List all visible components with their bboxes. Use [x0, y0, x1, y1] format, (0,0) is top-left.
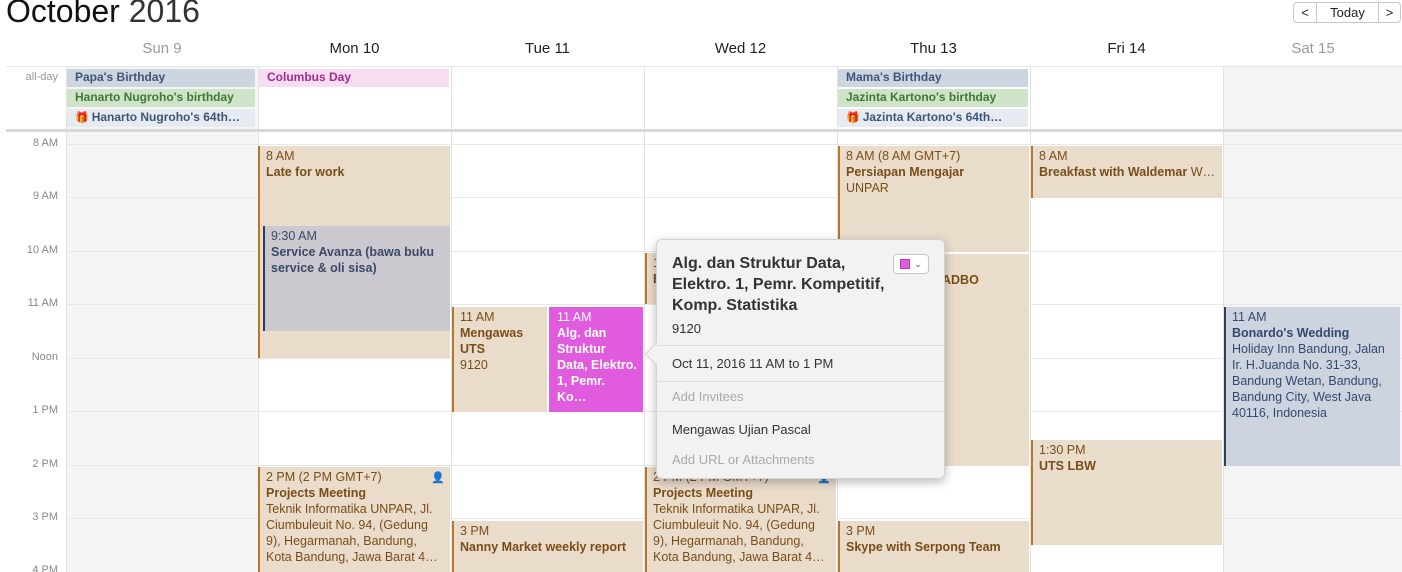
- event-breakfast-waldemar[interactable]: 8 AM Breakfast with Waldemar W…: [1031, 146, 1222, 198]
- event-mengawas-uts[interactable]: 11 AM Mengawas UTS 9120: [452, 307, 547, 412]
- day-header-mon[interactable]: Mon 10: [258, 40, 451, 57]
- chevron-left-icon: <: [1301, 5, 1309, 20]
- chevron-down-icon: ⌄: [914, 258, 922, 269]
- event-projects-meeting-wed[interactable]: 2 PM (2 PM GMT+7) Projects Meeting Tekni…: [645, 467, 836, 572]
- day-header-sat[interactable]: Sat 15: [1224, 40, 1402, 57]
- year-label: 2016: [128, 0, 200, 29]
- calendar-color-swatch: [900, 259, 911, 269]
- all-day-event[interactable]: Columbus Day: [259, 69, 449, 87]
- event-title: Breakfast with Waldemar: [1039, 165, 1188, 179]
- event-bonardo-wedding[interactable]: 11 AM Bonardo's Wedding Holiday Inn Band…: [1224, 307, 1400, 466]
- day-header-wed[interactable]: Wed 12: [644, 40, 837, 57]
- event-uts-lbw[interactable]: 1:30 PM UTS LBW: [1031, 440, 1222, 545]
- grid-top-line: [6, 66, 1402, 67]
- grid-vline: [66, 66, 67, 572]
- day-header-thu[interactable]: Thu 13: [837, 40, 1030, 57]
- calendar-color-button[interactable]: ⌄: [893, 254, 929, 274]
- popover-divider: [657, 381, 944, 382]
- event-time: 11 AM: [557, 310, 592, 324]
- event-location: Holiday Inn Bandung, Jalan Ir. H.Juanda …: [1232, 342, 1385, 420]
- popover-divider: [657, 411, 944, 412]
- all-day-event[interactable]: 🎁 Jazinta Kartono's 64th…: [838, 109, 1028, 127]
- day-header-sun[interactable]: Sun 9: [66, 40, 258, 57]
- hour-label: 10 AM: [26, 244, 58, 256]
- hour-line: [66, 144, 1402, 145]
- day-header-fri[interactable]: Fri 14: [1030, 40, 1223, 57]
- popover-location[interactable]: 9120: [672, 321, 701, 336]
- event-service-avanza[interactable]: 9:30 AM Service Avanza (bawa buku servic…: [263, 226, 450, 331]
- event-detail-popover: Alg. dan Struktur Data, Elektro. 1, Pemr…: [644, 239, 945, 479]
- event-title: Nanny Market weekly report: [460, 540, 627, 554]
- all-day-event[interactable]: Hanarto Nugroho's birthday: [67, 89, 255, 107]
- gift-icon: 🎁: [846, 112, 860, 124]
- hour-label: Noon: [31, 351, 58, 363]
- event-time: 2 PM (2 PM GMT+7): [266, 470, 382, 484]
- event-title: Persiapan Mengajar: [846, 165, 965, 179]
- all-day-event[interactable]: Mama's Birthday: [838, 69, 1028, 87]
- event-title: Service Avanza (bawa buku service & oli …: [271, 245, 435, 275]
- popover-date-time[interactable]: Oct 11, 2016 11 AM to 1 PM: [672, 356, 833, 371]
- event-nanny-market[interactable]: 3 PM Nanny Market weekly report: [452, 521, 643, 572]
- event-time: 9:30 AM: [271, 229, 317, 243]
- event-projects-meeting-mon[interactable]: 2 PM (2 PM GMT+7) Projects Meeting Tekni…: [258, 467, 450, 572]
- hour-label: 1 PM: [32, 404, 58, 416]
- event-time: 11 AM: [460, 310, 495, 324]
- event-time: 1:30 PM: [1039, 443, 1086, 457]
- hour-label: 2 PM: [32, 458, 58, 470]
- event-time: 8 AM: [1039, 149, 1068, 163]
- event-title: Skype with Serpong Team: [846, 540, 1001, 554]
- previous-week-button[interactable]: <: [1294, 3, 1316, 22]
- event-time: 8 AM: [266, 149, 295, 163]
- popover-title[interactable]: Alg. dan Struktur Data, Elektro. 1, Pemr…: [672, 253, 897, 316]
- month-label: October: [6, 0, 120, 29]
- event-title: Projects Meeting: [266, 486, 367, 500]
- event-persiapan-mengajar[interactable]: 8 AM (8 AM GMT+7) Persiapan Mengajar UNP…: [838, 146, 1029, 252]
- all-day-label: all-day: [25, 71, 58, 83]
- month-title: October 2016: [6, 0, 200, 30]
- today-button[interactable]: Today: [1316, 3, 1378, 22]
- event-location: Teknik Informatika UNPAR, Jl. Ciumbuleui…: [266, 502, 438, 564]
- all-day-event[interactable]: 🎁 Hanarto Nugroho's 64th…: [67, 109, 255, 127]
- hour-label: 4 PM: [32, 564, 58, 572]
- day-header-tue[interactable]: Tue 11: [451, 40, 644, 57]
- event-time: 3 PM: [460, 524, 490, 538]
- hour-label: 3 PM: [32, 511, 58, 523]
- popover-notes[interactable]: Mengawas Ujian Pascal: [672, 422, 811, 437]
- event-title: Projects Meeting: [653, 486, 754, 500]
- all-day-event-title: Hanarto Nugroho's 64th…: [91, 110, 240, 124]
- event-time: 3 PM: [846, 524, 876, 538]
- all-day-event-title: Jazinta Kartono's 64th…: [862, 110, 1003, 124]
- popover-divider: [657, 345, 944, 346]
- chevron-right-icon: >: [1385, 5, 1394, 20]
- event-title: Late for work: [266, 165, 345, 179]
- event-extra: W…: [1190, 165, 1215, 179]
- event-title: Alg. dan Struktur Data, Elektro. 1, Pemr…: [557, 326, 637, 404]
- add-invitees-field[interactable]: Add Invitees: [672, 389, 744, 404]
- navigation-buttons: < Today >: [1293, 2, 1401, 23]
- event-time: 8 AM (8 AM GMT+7): [846, 149, 961, 163]
- hour-label: 8 AM: [32, 137, 58, 149]
- meeting-icon: 👤: [431, 472, 445, 484]
- all-day-event[interactable]: Jazinta Kartono's birthday: [838, 89, 1028, 107]
- add-url-field[interactable]: Add URL or Attachments: [672, 452, 815, 467]
- event-skype-serpong[interactable]: 3 PM Skype with Serpong Team: [838, 521, 1029, 572]
- event-location: 9120: [460, 358, 488, 372]
- event-title: Mengawas UTS: [460, 326, 524, 356]
- hour-label: 9 AM: [32, 190, 58, 202]
- event-title: Bonardo's Wedding: [1232, 326, 1350, 340]
- event-title: ADBO: [942, 273, 979, 287]
- event-title: UTS LBW: [1039, 459, 1096, 473]
- calendar-window: October 2016 < Today > Sun 9 Mon 10 Tue …: [0, 0, 1402, 572]
- gift-icon: 🎁: [75, 112, 89, 124]
- event-location: Teknik Informatika UNPAR, Jl. Ciumbuleui…: [653, 502, 825, 564]
- event-location: UNPAR: [846, 181, 889, 195]
- popover-arrow: [644, 342, 668, 366]
- all-day-event[interactable]: Papa's Birthday: [67, 69, 255, 87]
- event-alg-struktur-data[interactable]: 11 AM Alg. dan Struktur Data, Elektro. 1…: [549, 307, 643, 412]
- next-week-button[interactable]: >: [1378, 3, 1400, 22]
- hour-label: 11 AM: [27, 297, 58, 309]
- sunday-column-bg: [66, 66, 258, 572]
- all-day-separator: [6, 129, 1402, 132]
- event-time: 11 AM: [1232, 310, 1267, 324]
